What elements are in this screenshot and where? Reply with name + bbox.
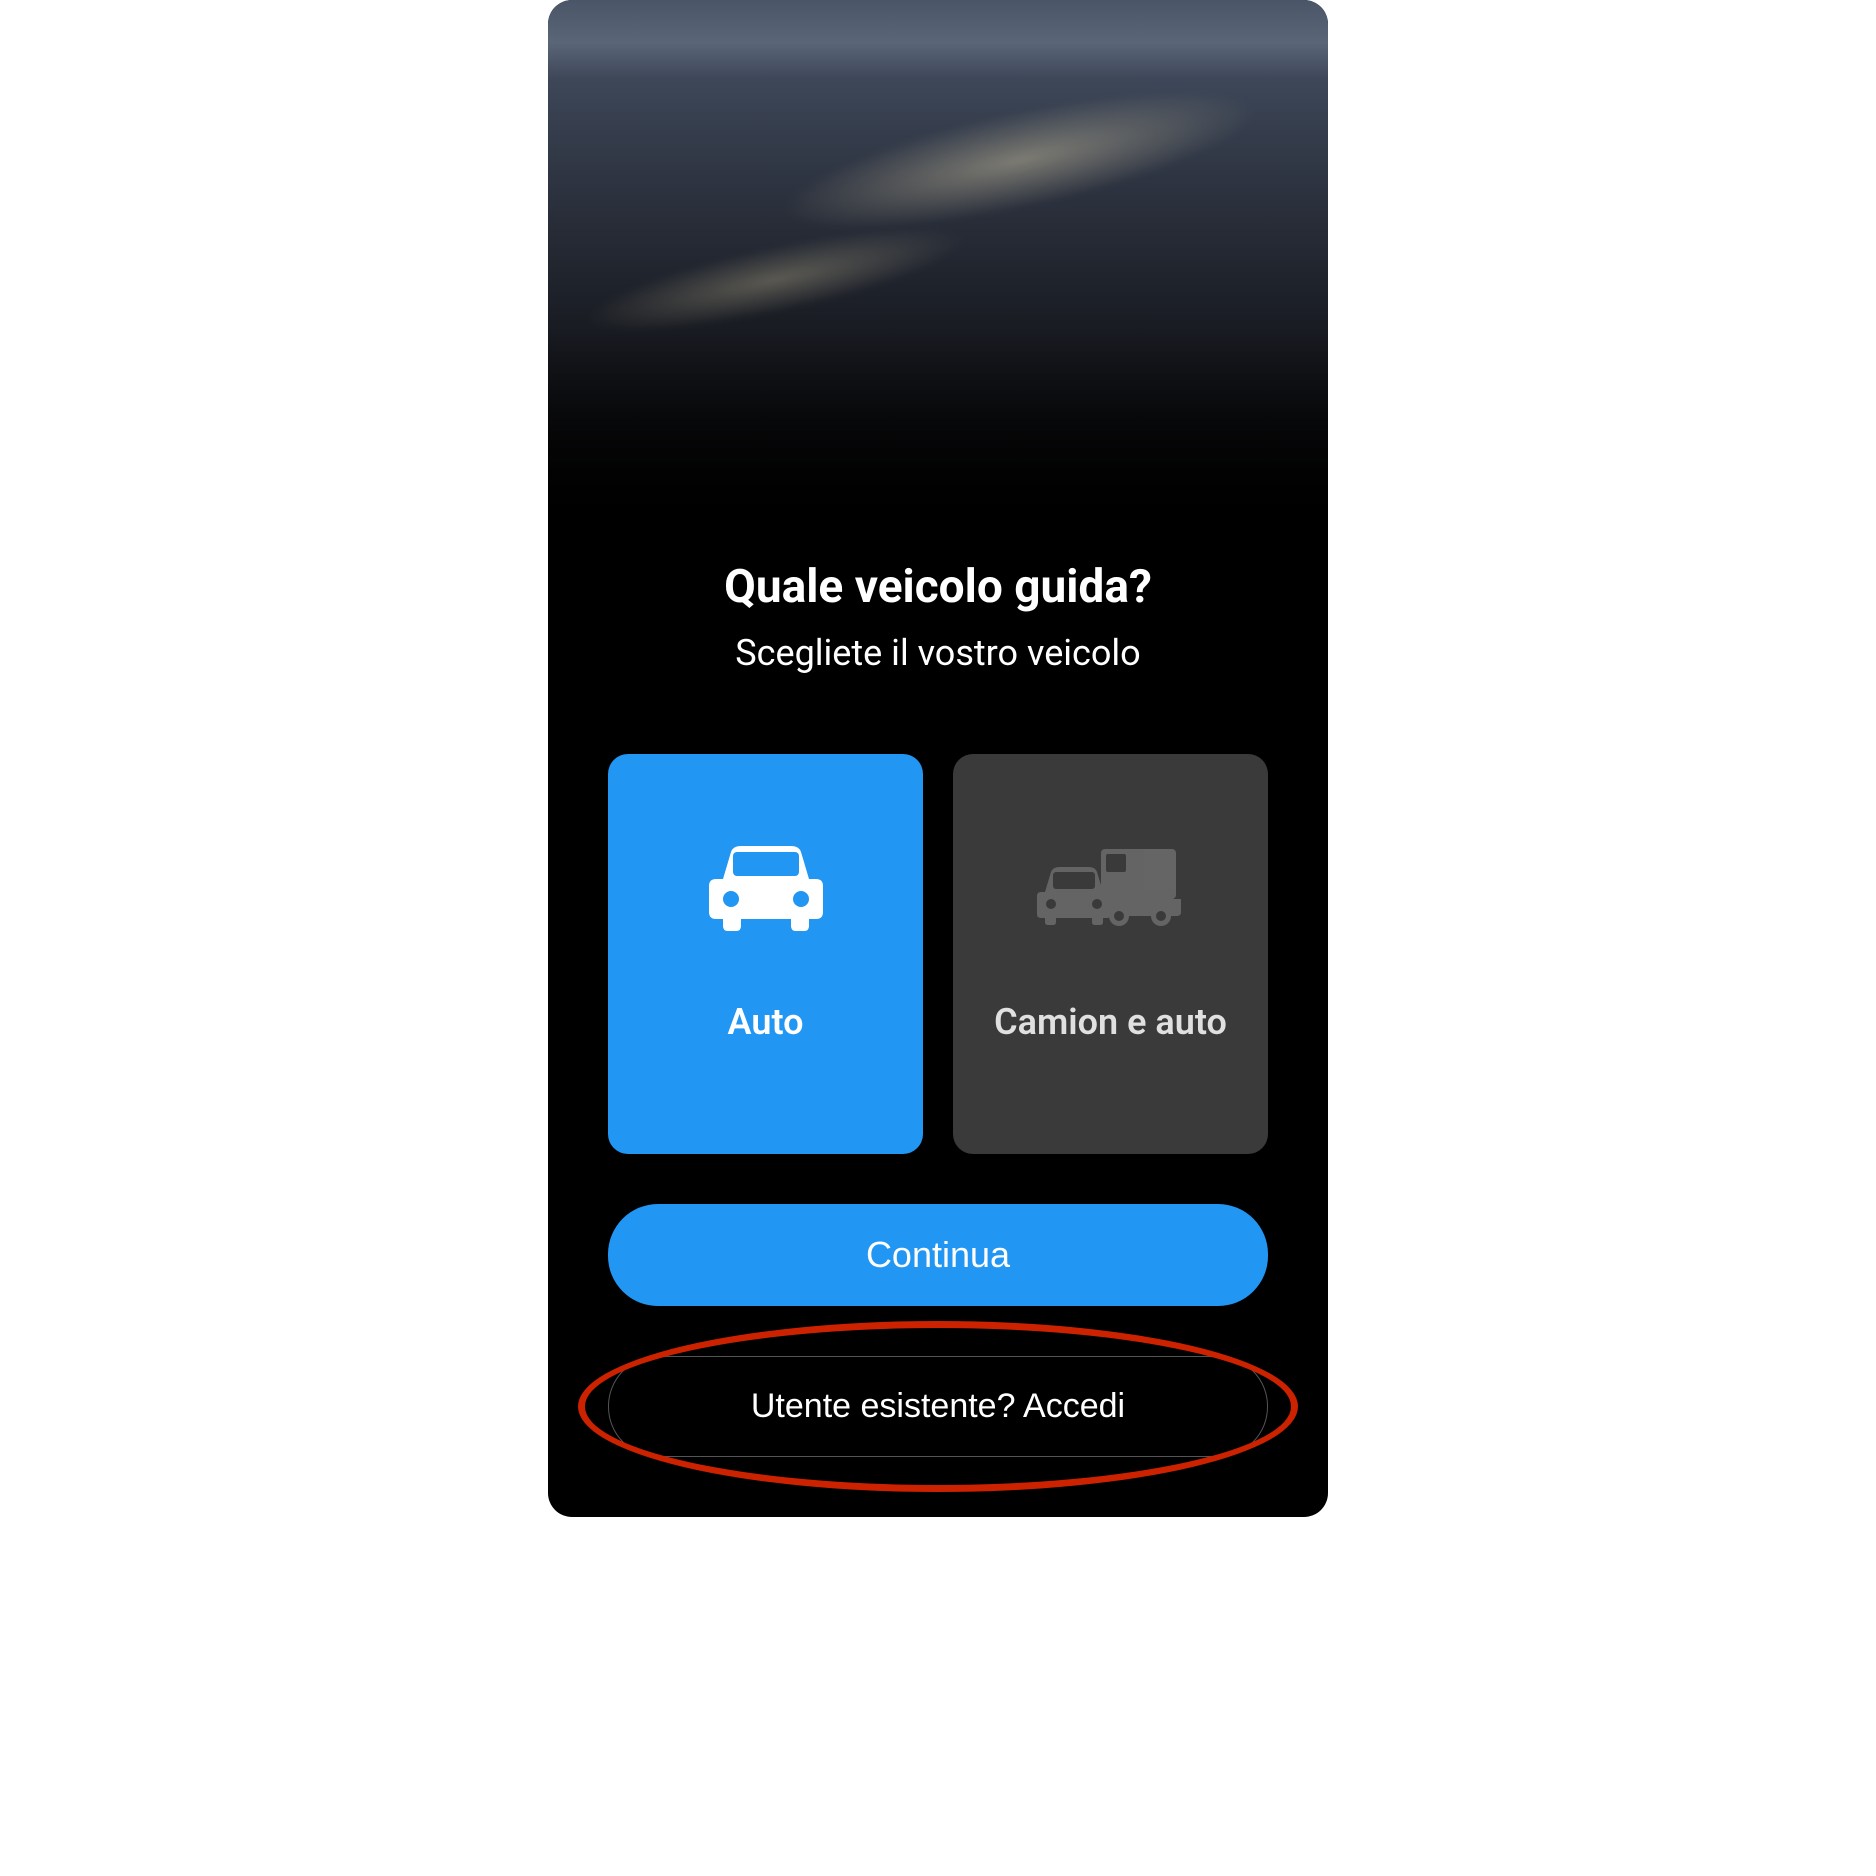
- option-auto-label: Auto: [728, 999, 804, 1046]
- signin-wrapper: Utente esistente? Accedi: [598, 1346, 1278, 1467]
- vehicle-options: Auto: [598, 754, 1278, 1154]
- signin-button[interactable]: Utente esistente? Accedi: [608, 1356, 1268, 1457]
- option-truck[interactable]: Camion e auto: [953, 754, 1268, 1154]
- car-icon: [701, 824, 831, 944]
- option-auto[interactable]: Auto: [608, 754, 923, 1154]
- hero-image: [548, 0, 1328, 530]
- onboarding-screen: Quale veicolo guida? Scegliete il vostro…: [548, 0, 1328, 1517]
- truck-car-icon: [1031, 824, 1191, 944]
- continue-button[interactable]: Continua: [608, 1204, 1268, 1306]
- page-subtitle: Scegliete il vostro veicolo: [598, 632, 1278, 674]
- page-title: Quale veicolo guida?: [598, 560, 1278, 614]
- option-truck-label: Camion e auto: [994, 999, 1227, 1046]
- content-area: Quale veicolo guida? Scegliete il vostro…: [548, 530, 1328, 1517]
